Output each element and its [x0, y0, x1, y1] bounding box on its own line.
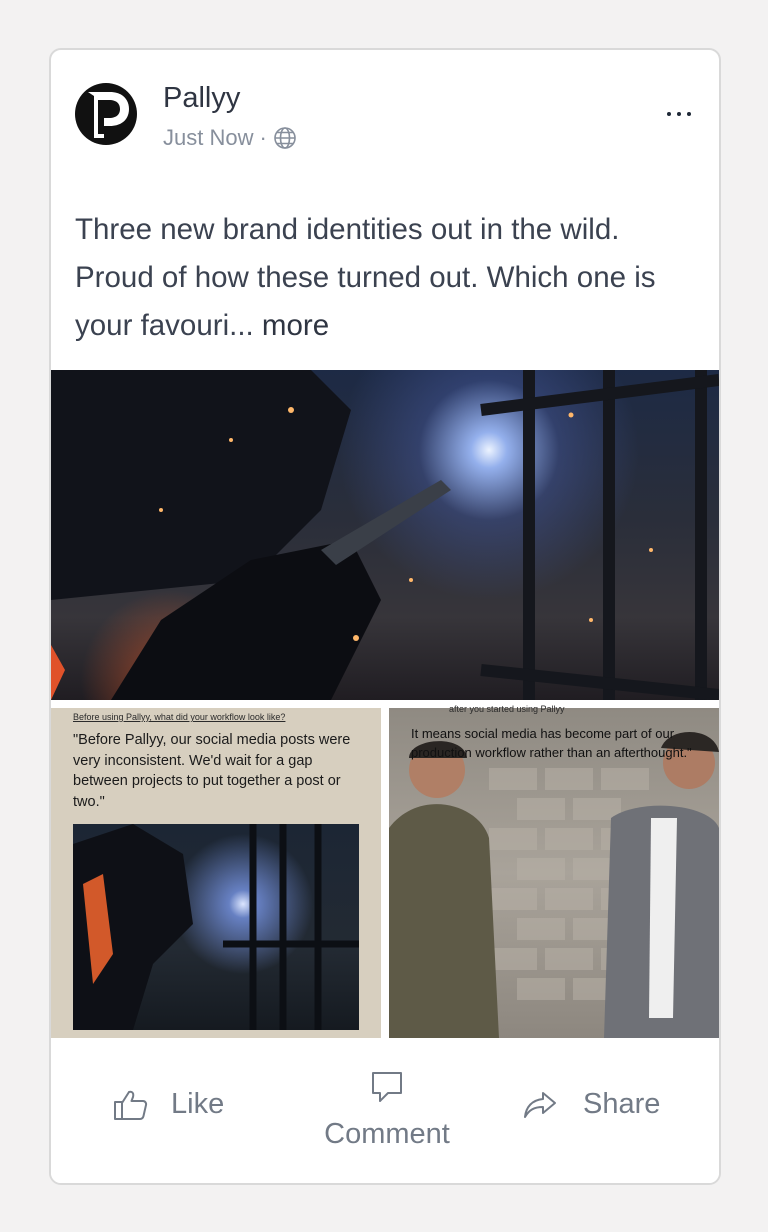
comment-button[interactable]: Comment — [313, 1070, 461, 1151]
share-arrow-icon — [524, 1091, 556, 1118]
post-body: Three new brand identities out in the wi… — [75, 206, 699, 350]
dot — [687, 112, 691, 116]
author-name[interactable]: Pallyy — [163, 82, 240, 115]
share-button[interactable]: Share — [523, 1088, 660, 1121]
comment-icon — [372, 1072, 402, 1102]
testimonial-card-before[interactable]: Before using Pallyy, what did your workf… — [51, 708, 381, 1038]
card-welder-photo — [73, 824, 359, 1030]
card-heading: after you started using Pallyy — [449, 704, 565, 714]
share-label: Share — [583, 1088, 661, 1120]
welder-illustration — [51, 370, 719, 701]
comment-label: Comment — [324, 1118, 450, 1150]
globe-icon — [274, 127, 296, 149]
meta-separator: · — [259, 125, 267, 150]
dot — [677, 112, 681, 116]
post-meta: Just Now · — [163, 125, 297, 151]
card-heading: Before using Pallyy, what did your workf… — [73, 712, 286, 722]
like-button[interactable]: Like — [113, 1088, 224, 1121]
testimonial-card-after[interactable]: after you started using Pallyy It means … — [389, 704, 719, 1038]
card-quote: "Before Pallyy, our social media posts w… — [73, 732, 351, 810]
post-card: Pallyy Just Now · Three new brand identi… — [49, 48, 721, 1185]
post-timestamp: Just Now — [163, 125, 254, 150]
see-more-link[interactable]: more — [262, 309, 329, 342]
card-quote: It means social media has become part of… — [411, 726, 692, 760]
welder-photo[interactable] — [51, 370, 719, 701]
card-welder-illustration — [73, 824, 359, 1030]
post-actions-bar: Like Comment Share — [51, 1040, 719, 1183]
dot — [667, 112, 671, 116]
post-text: Three new brand identities out in the wi… — [75, 213, 656, 342]
thumbs-up-icon — [114, 1090, 148, 1120]
pallyy-logo-avatar[interactable] — [74, 82, 138, 146]
more-options-button[interactable] — [651, 94, 707, 134]
like-label: Like — [171, 1088, 225, 1120]
